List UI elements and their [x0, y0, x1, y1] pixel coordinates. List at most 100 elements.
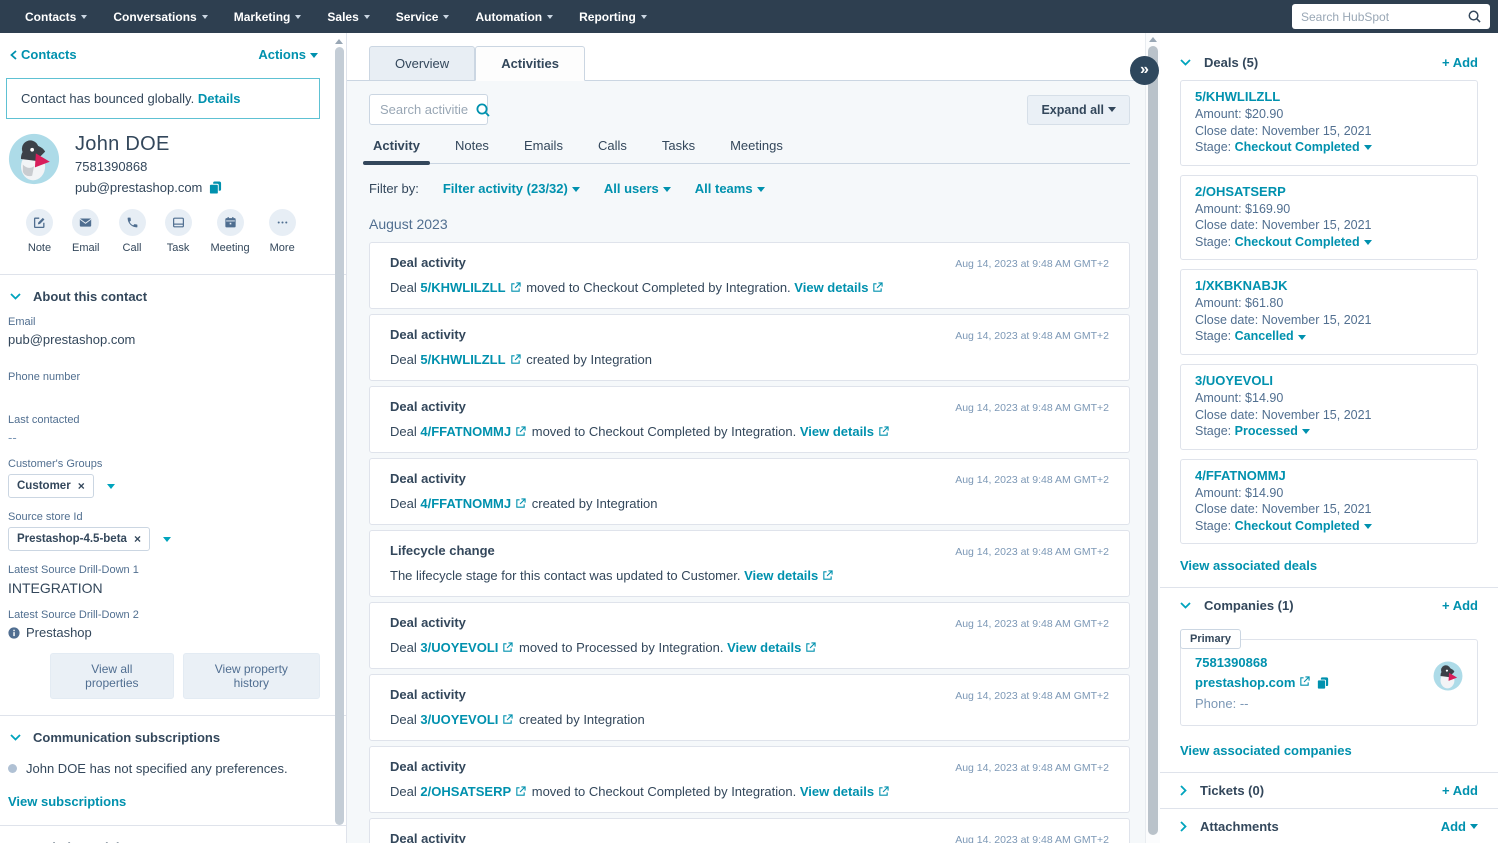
deal-name-link[interactable]: 4/FFATNOMMJ: [1195, 467, 1463, 484]
copy-icon[interactable]: [1317, 677, 1329, 690]
quick-action-meeting-button[interactable]: Meeting: [211, 209, 250, 254]
add-company-button[interactable]: + Add: [1442, 598, 1478, 613]
view-associated-companies-link[interactable]: View associated companies: [1180, 743, 1352, 758]
view-details-link[interactable]: View details: [800, 784, 874, 799]
activity-body: The lifecycle stage for this contact was…: [390, 568, 1109, 584]
external-link-icon: [822, 569, 833, 584]
section-website-activity[interactable]: Website activity: [6, 826, 320, 843]
external-link-icon: [805, 641, 816, 656]
deal-name-link[interactable]: 2/OHSATSERP: [1195, 183, 1463, 200]
deal-link[interactable]: 2/OHSATSERP: [420, 784, 511, 799]
chevron-down-icon: [81, 15, 88, 19]
external-link-icon: [878, 425, 889, 440]
activity-timestamp: Aug 14, 2023 at 9:48 AM GMT+2: [955, 474, 1109, 486]
filter-dropdown[interactable]: All teams: [695, 181, 765, 196]
quick-action-more-button[interactable]: More: [268, 209, 296, 254]
tab-overview[interactable]: Overview: [369, 46, 476, 80]
deal-link[interactable]: 3/UOYEVOLI: [420, 640, 498, 655]
nav-item-sales[interactable]: Sales: [314, 0, 382, 33]
customer-group-tag[interactable]: Customer ×: [8, 474, 94, 498]
deal-stage-dropdown[interactable]: Checkout Completed: [1235, 519, 1360, 533]
view-details-link[interactable]: View details: [727, 640, 801, 655]
left-panel-scrollbar[interactable]: [333, 39, 345, 843]
activity-timestamp: Aug 14, 2023 at 9:48 AM GMT+2: [955, 762, 1109, 774]
deal-link[interactable]: 5/KHWLILZLL: [420, 352, 505, 367]
company-domain-link[interactable]: prestashop.com: [1195, 673, 1329, 693]
deal-link[interactable]: 4/FFATNOMMJ: [420, 496, 511, 511]
nav-item-reporting[interactable]: Reporting: [566, 0, 660, 33]
external-link-icon: [515, 497, 526, 512]
add-deal-button[interactable]: + Add: [1442, 55, 1478, 70]
bounce-details-link[interactable]: Details: [198, 91, 241, 106]
quick-action-email-button[interactable]: Email: [72, 209, 100, 254]
search-activities-input[interactable]: [380, 102, 468, 117]
section-communication-subscriptions[interactable]: Communication subscriptions: [6, 716, 320, 757]
subtab-emails[interactable]: Emails: [524, 138, 563, 163]
subtab-calls[interactable]: Calls: [598, 138, 627, 163]
back-to-contacts-link[interactable]: Contacts: [10, 47, 77, 62]
field-label-email: Email: [8, 316, 36, 328]
tab-activities[interactable]: Activities: [475, 46, 585, 81]
actions-dropdown[interactable]: Actions: [258, 47, 318, 62]
nav-item-automation[interactable]: Automation: [462, 0, 566, 33]
view-all-properties-button[interactable]: View all properties: [50, 653, 174, 699]
subtab-meetings[interactable]: Meetings: [730, 138, 783, 163]
filter-dropdown[interactable]: Filter activity (23/32): [443, 181, 580, 196]
expand-all-button[interactable]: Expand all: [1027, 94, 1130, 125]
quick-action-call-button[interactable]: Call: [118, 209, 146, 254]
search-activities-box[interactable]: [369, 94, 490, 125]
subtab-tasks[interactable]: Tasks: [662, 138, 695, 163]
external-link-icon: [510, 353, 521, 368]
nav-item-conversations[interactable]: Conversations: [100, 0, 220, 33]
nav-item-service[interactable]: Service: [383, 0, 463, 33]
add-ticket-button[interactable]: + Add: [1442, 783, 1478, 798]
global-search[interactable]: [1292, 4, 1490, 29]
deal-stage-dropdown[interactable]: Cancelled: [1235, 329, 1294, 343]
deal-name-link[interactable]: 3/UOYEVOLI: [1195, 372, 1463, 389]
associations-sidebar: Deals (5) + Add 5/KHWLILZLL Amount: $20.…: [1160, 33, 1498, 843]
activity-body: Deal 4/FFATNOMMJ moved to Checkout Compl…: [390, 424, 1109, 440]
section-tickets[interactable]: Tickets (0) + Add: [1180, 773, 1478, 808]
collapse-panel-button[interactable]: »: [1130, 56, 1159, 85]
add-attachment-dropdown[interactable]: Add: [1441, 819, 1478, 834]
remove-tag-icon[interactable]: ×: [134, 532, 141, 546]
field-label-drill-down-2: Latest Source Drill-Down 2: [8, 609, 139, 621]
main-scrollbar[interactable]: [1145, 33, 1160, 843]
source-store-tag[interactable]: Prestashop-4.5-beta ×: [8, 527, 150, 551]
section-attachments[interactable]: Attachments Add: [1180, 809, 1478, 843]
view-property-history-button[interactable]: View property history: [182, 653, 320, 699]
remove-tag-icon[interactable]: ×: [78, 479, 85, 493]
deal-link[interactable]: 4/FFATNOMMJ: [420, 424, 511, 439]
view-subscriptions-link[interactable]: View subscriptions: [8, 794, 126, 809]
chevron-down-icon[interactable]: [162, 536, 171, 542]
subscription-status-text: John DOE has not specified any preferenc…: [26, 761, 288, 776]
view-details-link[interactable]: View details: [744, 568, 818, 583]
quick-action-task-button[interactable]: Task: [164, 209, 192, 254]
subtab-activity[interactable]: Activity: [363, 138, 430, 165]
view-associated-deals-link[interactable]: View associated deals: [1180, 558, 1317, 573]
nav-item-marketing[interactable]: Marketing: [221, 0, 315, 33]
view-details-link[interactable]: View details: [800, 424, 874, 439]
deal-link[interactable]: 5/KHWLILZLL: [420, 280, 505, 295]
section-about-this-contact[interactable]: About this contact: [6, 275, 320, 316]
global-search-input[interactable]: [1301, 9, 1468, 24]
deal-stage-dropdown[interactable]: Checkout Completed: [1235, 140, 1360, 154]
nav-item-contacts[interactable]: Contacts: [12, 0, 100, 33]
copy-icon[interactable]: [209, 181, 222, 194]
quick-action-note-button[interactable]: Note: [26, 209, 53, 254]
deal-name-link[interactable]: 5/KHWLILZLL: [1195, 88, 1463, 105]
view-details-link[interactable]: View details: [794, 280, 868, 295]
deal-link[interactable]: 3/UOYEVOLI: [420, 712, 498, 727]
quick-action-label: Task: [166, 242, 190, 254]
deal-stage-dropdown[interactable]: Processed: [1235, 424, 1298, 438]
chevron-down-icon[interactable]: [106, 483, 115, 489]
subtab-notes[interactable]: Notes: [455, 138, 489, 163]
section-companies[interactable]: Companies (1) + Add: [1180, 588, 1478, 623]
chevron-down-icon: [547, 15, 554, 19]
deal-name-link[interactable]: 1/XKBKNABJK: [1195, 277, 1463, 294]
company-id-link[interactable]: 7581390868: [1195, 653, 1329, 673]
activity-timestamp: Aug 14, 2023 at 9:48 AM GMT+2: [955, 258, 1109, 270]
filter-dropdown[interactable]: All users: [604, 181, 671, 196]
section-deals[interactable]: Deals (5) + Add: [1180, 45, 1478, 80]
deal-stage-dropdown[interactable]: Checkout Completed: [1235, 235, 1360, 249]
